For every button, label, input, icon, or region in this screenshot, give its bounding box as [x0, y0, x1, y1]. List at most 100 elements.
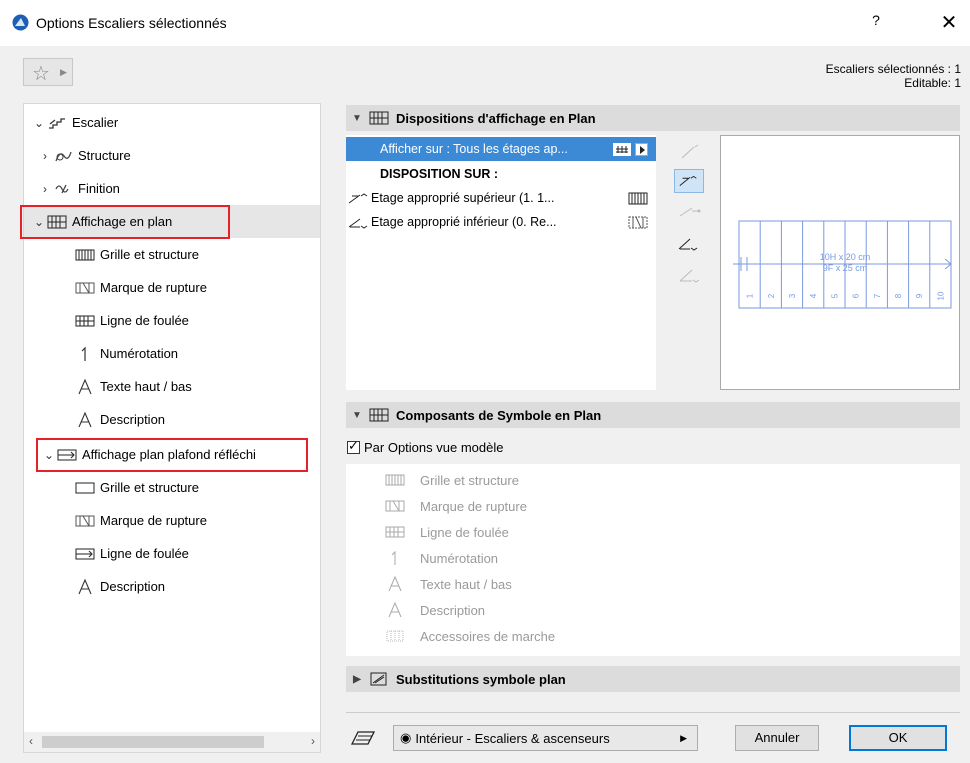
stair-icon [49, 117, 65, 129]
footer-separator [346, 712, 960, 713]
lower-story-icon [348, 218, 368, 229]
tree-label: Finition [78, 181, 120, 196]
tree-label: Grille et structure [100, 480, 199, 495]
disposition-row-upper[interactable]: Etage approprié supérieur (1. 1... [346, 186, 656, 210]
checkbox-label: Par Options vue modèle [364, 440, 504, 455]
tree-item-description[interactable]: Description [24, 403, 320, 436]
tree-item-grille-structure[interactable]: Grille et structure [24, 238, 320, 271]
text-icon [78, 378, 92, 394]
tree-label: Grille et structure [100, 247, 199, 262]
horizontal-scrollbar[interactable]: ‹ › [24, 732, 320, 752]
highlight-box [20, 205, 230, 239]
section-header-overrides[interactable]: ▶ Substitutions symbole plan [346, 666, 960, 692]
break-mark-icon [75, 515, 95, 526]
walking-line-icon [385, 526, 405, 538]
disposition-list: Afficher sur : Tous les étages ap... DIS… [346, 135, 656, 390]
section-title: Composants de Symbole en Plan [396, 407, 602, 423]
empty-rect-icon [75, 482, 95, 493]
grid-structure-icon [75, 249, 95, 260]
tree-item-rcp-grille-structure[interactable]: Grille et structure [24, 471, 320, 504]
collapse-triangle-icon[interactable]: ▼ [346, 113, 368, 124]
finish-icon [55, 184, 69, 193]
floor-plan-display-icon [369, 111, 389, 125]
tree-item-ligne-foulee[interactable]: Ligne de foulée [24, 304, 320, 337]
tree-label: Numérotation [100, 346, 179, 361]
tree-label: Structure [78, 148, 131, 163]
component-row: Texte haut / bas [346, 571, 960, 597]
break-mark-icon [628, 216, 648, 228]
numbering-icon [391, 550, 396, 565]
section-title: Dispositions d'affichage en Plan [396, 110, 596, 126]
tree-item-finition[interactable]: › Finition [24, 172, 320, 205]
structure-icon [55, 151, 72, 161]
step-number: 5 [830, 293, 839, 298]
tree-label: Marque de rupture [100, 280, 207, 295]
row-label: Etage approprié supérieur (1. 1... [371, 191, 555, 205]
model-view-option-checkbox-row[interactable]: Par Options vue modèle [347, 438, 504, 455]
highlight-box [36, 438, 308, 472]
component-row: Grille et structure [346, 467, 960, 493]
tree-item-rcp-ligne-foulee[interactable]: Ligne de foulée [24, 537, 320, 570]
break-mark-icon [385, 500, 405, 512]
lower-story-icon[interactable] [674, 231, 704, 255]
section-header-display[interactable]: ▼ Dispositions d'affichage en Plan [346, 105, 960, 131]
expand-triangle-icon[interactable]: ▶ [346, 674, 368, 685]
chevron-down-icon[interactable]: ⌄ [32, 116, 46, 130]
component-row: Ligne de foulée [346, 519, 960, 545]
cancel-button[interactable]: Annuler [735, 725, 819, 751]
upper-story-active-icon[interactable] [674, 169, 704, 193]
upper-story-icon [348, 193, 368, 204]
tree-item-escalier[interactable]: ⌄ Escalier [24, 106, 320, 139]
tree-item-marque-rupture[interactable]: Marque de rupture [24, 271, 320, 304]
tree-label: Description [100, 579, 166, 594]
model-view-select[interactable]: ◉ Intérieur - Escaliers & ascenseurs ▶ [393, 725, 698, 751]
dimension-label: 9F x 25 cm [823, 263, 868, 273]
chevron-right-icon: ▶ [60, 67, 67, 77]
model-view-checkbox[interactable] [347, 438, 360, 454]
tree-label: Description [100, 412, 166, 427]
tree-label: Ligne de foulée [100, 546, 189, 561]
scrollbar-thumb[interactable] [42, 736, 264, 748]
step-number: 3 [788, 293, 797, 298]
row-label: Etage approprié inférieur (0. Re... [371, 215, 557, 229]
walking-line-icon [75, 315, 95, 326]
chevron-right-icon[interactable]: › [38, 149, 52, 163]
tree-item-structure[interactable]: › Structure [24, 139, 320, 172]
current-story-faded-icon[interactable] [674, 199, 704, 223]
chevron-right-icon: ▶ [680, 732, 687, 743]
component-label: Ligne de foulée [420, 524, 509, 540]
show-on-row[interactable]: Afficher sur : Tous les étages ap... [346, 137, 656, 161]
component-label: Grille et structure [420, 472, 519, 488]
tree-item-rcp-marque-rupture[interactable]: Marque de rupture [24, 504, 320, 537]
layer-icon[interactable] [350, 728, 376, 746]
close-button[interactable]: ✕ [936, 10, 962, 36]
show-on-label: Afficher sur : Tous les étages ap... [380, 142, 568, 156]
eye-icon: ◉ [400, 730, 412, 745]
dropdown-arrow-icon[interactable] [635, 142, 648, 156]
disposition-row-lower[interactable]: Etage approprié inférieur (0. Re... [346, 210, 656, 234]
favorites-button[interactable]: ☆ ▶ [23, 58, 73, 86]
chevron-right-icon[interactable]: › [38, 182, 52, 196]
upper-story-faded-icon[interactable] [674, 139, 704, 163]
window-title: Options Escaliers sélectionnés [36, 15, 227, 31]
tree-label: Ligne de foulée [100, 313, 189, 328]
step-number: 9 [915, 293, 924, 298]
tree-item-numerotation[interactable]: Numérotation [24, 337, 320, 370]
component-row: Accessoires de marche [346, 623, 960, 649]
collapse-triangle-icon[interactable]: ▼ [346, 410, 368, 421]
scroll-right-icon[interactable]: › [311, 734, 315, 748]
tree-item-rcp-description[interactable]: Description [24, 570, 320, 603]
help-button[interactable]: ? [866, 12, 886, 34]
text-icon [388, 602, 402, 618]
section-header-symbol[interactable]: ▼ Composants de Symbole en Plan [346, 402, 960, 428]
component-label: Accessoires de marche [420, 628, 556, 644]
selected-count: Escaliers sélectionnés : 1 [825, 62, 961, 76]
lower-story-faded-icon[interactable] [674, 263, 704, 287]
ok-button[interactable]: OK [849, 725, 947, 751]
tree-item-texte-haut-bas[interactable]: Texte haut / bas [24, 370, 320, 403]
editable-count: Editable: 1 [904, 76, 961, 90]
step-number: 1 [746, 293, 755, 298]
stair-plan-preview: 10H x 20 cm 9F x 25 cm 1 2 3 4 5 6 7 8 9 10 [720, 135, 960, 390]
scroll-left-icon[interactable]: ‹ [29, 734, 33, 748]
component-list: Grille et structure Marque de rupture Li… [346, 464, 960, 656]
